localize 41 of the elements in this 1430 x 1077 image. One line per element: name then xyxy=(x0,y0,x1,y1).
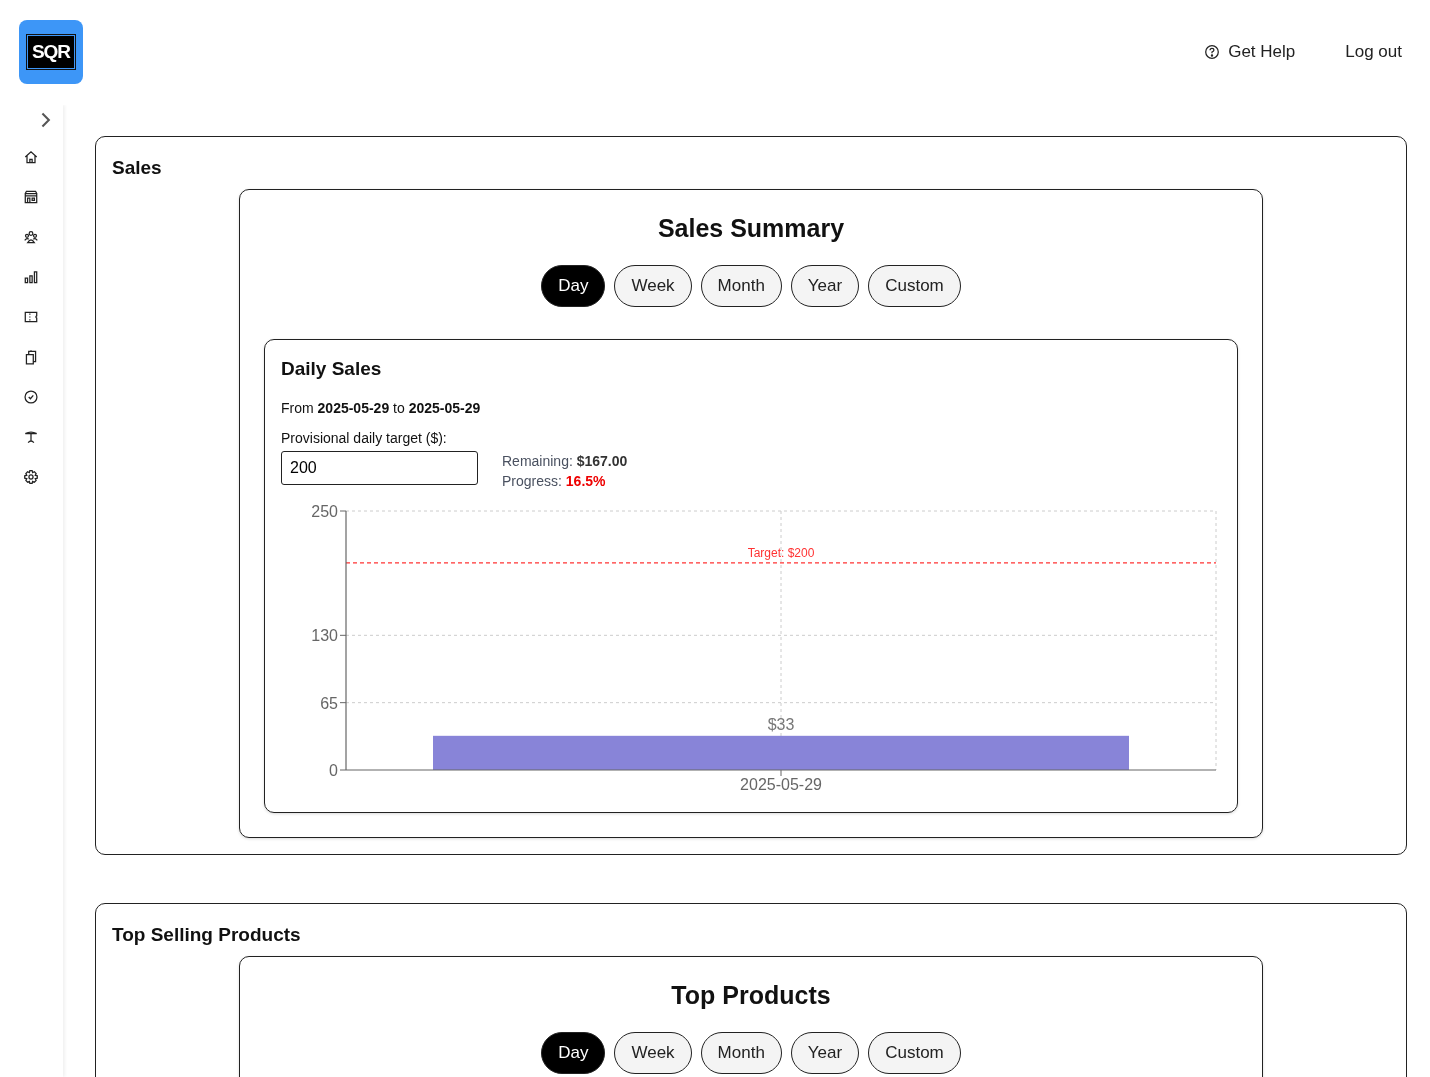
table-icon[interactable] xyxy=(23,429,39,445)
period-tab[interactable]: Month xyxy=(700,265,782,307)
panel-title: Daily Sales xyxy=(281,358,383,380)
bar-chart-icon[interactable] xyxy=(23,269,39,285)
period-tab[interactable]: Year xyxy=(790,1032,860,1074)
people-icon[interactable] xyxy=(23,229,39,245)
period-tab[interactable]: Custom xyxy=(868,265,961,307)
axis-tick-label: 65 xyxy=(320,694,338,712)
target-field[interactable]: 200 xyxy=(281,451,478,485)
ticket-icon[interactable] xyxy=(23,309,39,325)
date-range: From 2025-05-29 to 2025-05-29 xyxy=(281,400,482,416)
value-label: $33 xyxy=(767,715,795,733)
target-label: Target: $200 xyxy=(747,545,815,560)
store-icon[interactable] xyxy=(23,189,39,205)
home-icon[interactable] xyxy=(23,149,39,165)
check-circle-icon[interactable] xyxy=(23,389,39,405)
logo[interactable]: SQR xyxy=(19,20,83,84)
target-label: Provisional daily target ($): xyxy=(281,430,448,446)
period-tab[interactable]: Year xyxy=(790,265,860,307)
logout-link[interactable]: Log out xyxy=(1345,42,1402,62)
period-tab[interactable]: Week xyxy=(614,265,692,307)
axis-tick-label: 2025-05-29 xyxy=(740,776,822,793)
axis-tick-label: 130 xyxy=(311,627,338,645)
period-tab[interactable]: Week xyxy=(614,1032,692,1074)
remaining-text: Remaining: $167.00 xyxy=(502,452,628,471)
axis-tick-label: 0 xyxy=(329,762,338,779)
help-link[interactable]: Get Help xyxy=(1204,42,1296,62)
progress-text: Progress: 16.5% xyxy=(502,472,607,491)
settings-icon[interactable] xyxy=(23,469,39,485)
period-tab[interactable]: Day xyxy=(541,265,606,307)
section-title: Sales xyxy=(112,157,163,179)
card-title: Top Products xyxy=(670,981,832,1010)
logo-text: SQR xyxy=(26,35,76,69)
clipboard-icon[interactable] xyxy=(23,349,39,365)
axis-tick-label: 250 xyxy=(311,503,338,520)
period-tab[interactable]: Day xyxy=(541,1032,606,1074)
help-icon xyxy=(1204,44,1221,60)
period-tab[interactable]: Month xyxy=(700,1032,782,1074)
period-tab[interactable]: Custom xyxy=(868,1032,961,1074)
section-title: Top Selling Products xyxy=(112,924,302,946)
card-title: Sales Summary xyxy=(656,214,846,243)
